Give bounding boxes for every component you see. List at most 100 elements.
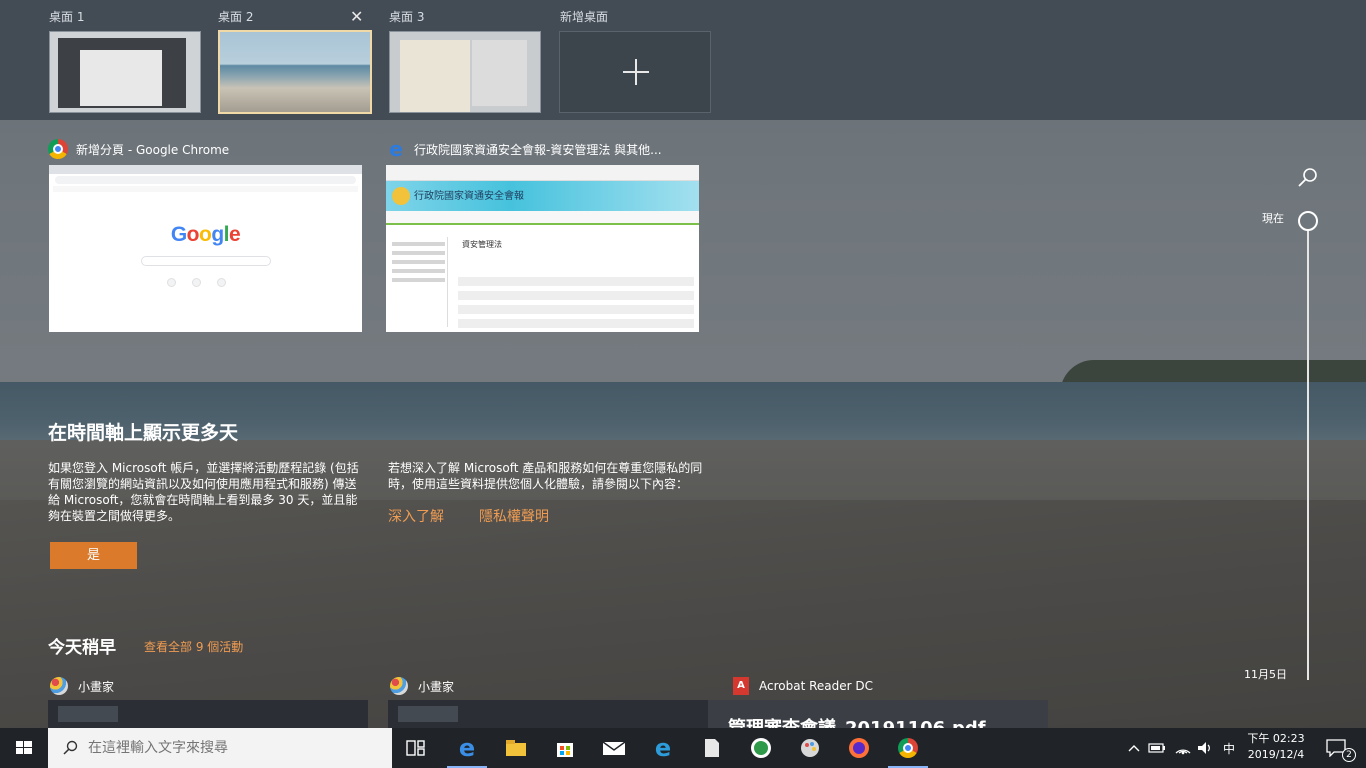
activity-paint-1[interactable]: 小畫家 xyxy=(50,676,114,696)
plus-icon xyxy=(623,59,649,85)
desktop-3-thumbnail[interactable] xyxy=(389,31,541,113)
timeline-scrollbar[interactable] xyxy=(1307,230,1309,680)
taskbar: e e 中 下午 02:23 2019/12/4 xyxy=(0,728,1366,768)
search-icon xyxy=(63,740,78,755)
thumb-window xyxy=(400,40,470,112)
activity-app-label: 小畫家 xyxy=(418,679,455,694)
sidebar-line xyxy=(392,242,445,246)
edge-window-thumbnail[interactable]: 行政院國家資通安全會報 資安管理法 xyxy=(386,165,699,332)
site-banner: 行政院國家資通安全會報 xyxy=(386,181,699,211)
learn-more-link[interactable]: 深入了解 xyxy=(388,506,444,526)
chrome-urlbar xyxy=(55,176,356,184)
battery-icon[interactable] xyxy=(1146,728,1168,768)
chrome-icon xyxy=(48,139,68,159)
internet-explorer-icon[interactable]: e xyxy=(639,728,687,768)
chrome-window-thumbnail[interactable]: Google xyxy=(49,165,362,332)
clock-date: 2019/12/4 xyxy=(1247,748,1305,761)
file-explorer-icon[interactable] xyxy=(492,728,540,768)
activity-paint-2[interactable]: 小畫家 xyxy=(390,676,454,696)
sidebar-line xyxy=(392,260,445,264)
shortcut-tile xyxy=(217,278,226,287)
activity-app-label: Acrobat Reader DC xyxy=(759,679,873,693)
yes-button[interactable]: 是 xyxy=(50,542,137,569)
desktop-2[interactable]: 桌面 2 xyxy=(218,8,253,26)
chrome-tabbar xyxy=(49,165,362,174)
green-app-icon[interactable] xyxy=(737,728,785,768)
shortcut-tiles xyxy=(167,278,226,287)
chevron-up-icon[interactable] xyxy=(1124,728,1144,768)
new-desktop[interactable]: 新增桌面 xyxy=(560,8,608,26)
see-all-activities-link[interactable]: 查看全部 9 個活動 xyxy=(144,638,243,655)
site-menu xyxy=(386,211,699,225)
site-row xyxy=(458,305,694,314)
sidebar-line xyxy=(392,269,445,273)
notification-count-badge: 2 xyxy=(1342,748,1356,762)
paint-icon xyxy=(390,677,408,695)
clock-time: 下午 02:23 xyxy=(1247,732,1305,745)
edge-icon: e xyxy=(389,137,403,161)
system-clock[interactable]: 下午 02:23 2019/12/4 xyxy=(1240,731,1312,763)
promo-description: 如果您登入 Microsoft 帳戶，並選擇將活動歷程記錄 (包括有關您瀏覽的網… xyxy=(48,461,359,523)
activity-card[interactable] xyxy=(48,700,368,728)
site-name: 行政院國家資通安全會報 xyxy=(414,191,524,202)
edge-window-label: 行政院國家資通安全會報-資安管理法 與其他... xyxy=(414,142,662,157)
chrome-window-label: 新增分頁 - Google Chrome xyxy=(76,142,230,157)
chrome-bookmarks-bar xyxy=(53,186,358,192)
desktop-1-thumbnail[interactable] xyxy=(49,31,201,113)
taskbar-search[interactable] xyxy=(48,728,392,768)
desktop-1-label: 桌面 1 xyxy=(49,10,85,24)
volume-icon[interactable] xyxy=(1194,728,1216,768)
google-logo: Google xyxy=(170,223,241,246)
virtual-desktops-bar: 桌面 1 桌面 2 ✕ 桌面 3 新增桌面 xyxy=(0,0,1366,120)
site-row xyxy=(458,277,694,286)
windows-start-icon[interactable] xyxy=(0,728,48,768)
edge-taskbar-icon[interactable]: e xyxy=(443,728,491,768)
activity-card[interactable] xyxy=(388,700,708,728)
activity-preview xyxy=(398,706,458,722)
mail-icon[interactable] xyxy=(590,728,638,768)
site-heading: 資安管理法 xyxy=(462,240,502,249)
timeline-date-label[interactable]: 11月5日 xyxy=(1244,666,1287,682)
sidebar-line xyxy=(392,251,445,255)
shortcut-tile xyxy=(167,278,176,287)
google-search-box xyxy=(141,256,271,266)
acrobat-icon: A xyxy=(733,677,749,695)
store-icon[interactable] xyxy=(541,728,589,768)
timeline-now-label: 現在 xyxy=(1262,212,1284,225)
new-desktop-label: 新增桌面 xyxy=(560,10,609,24)
chrome-icon xyxy=(898,738,918,758)
site-row xyxy=(458,319,694,328)
chrome-taskbar-icon[interactable] xyxy=(884,728,932,768)
search-input[interactable] xyxy=(88,740,378,756)
desktop-1[interactable]: 桌面 1 xyxy=(49,8,84,26)
site-row xyxy=(458,291,694,300)
desktop-3-label: 桌面 3 xyxy=(389,10,425,24)
activity-acrobat[interactable]: A Acrobat Reader DC xyxy=(733,676,873,696)
desktop-3[interactable]: 桌面 3 xyxy=(389,8,424,26)
edge-window-title[interactable]: e 行政院國家資通安全會報-資安管理法 與其他... xyxy=(386,137,662,161)
close-desktop-icon[interactable]: ✕ xyxy=(350,8,363,26)
activity-app-label: 小畫家 xyxy=(78,679,115,694)
timeline-position-marker[interactable] xyxy=(1298,211,1318,231)
desktop-2-thumbnail[interactable] xyxy=(218,30,372,114)
ime-indicator[interactable]: 中 xyxy=(1218,728,1240,768)
thumb-window xyxy=(80,50,162,106)
paint-icon xyxy=(50,677,68,695)
notepad-icon[interactable] xyxy=(688,728,736,768)
task-view-icon[interactable] xyxy=(392,728,440,768)
firefox-icon[interactable] xyxy=(835,728,883,768)
desktop-2-label: 桌面 2 xyxy=(218,10,254,24)
search-timeline-icon[interactable] xyxy=(1296,166,1320,190)
paint-taskbar-icon[interactable] xyxy=(786,728,834,768)
activity-card[interactable]: 管理審查會議_20191106.pdf xyxy=(708,700,1048,739)
new-desktop-button[interactable] xyxy=(559,31,711,113)
chrome-window-title[interactable]: 新增分頁 - Google Chrome xyxy=(48,138,229,160)
site-rows xyxy=(458,277,694,332)
privacy-statement-link[interactable]: 隱私權聲明 xyxy=(479,506,549,526)
wifi-icon[interactable] xyxy=(1172,728,1194,768)
action-center-button[interactable]: 2 xyxy=(1316,728,1366,768)
thumb-window xyxy=(472,40,527,106)
shortcut-tile xyxy=(192,278,201,287)
edge-topbar xyxy=(386,165,699,181)
privacy-description: 若想深入了解 Microsoft 產品和服務如何在尊重您隱私的同時，使用這些資料… xyxy=(388,461,703,491)
